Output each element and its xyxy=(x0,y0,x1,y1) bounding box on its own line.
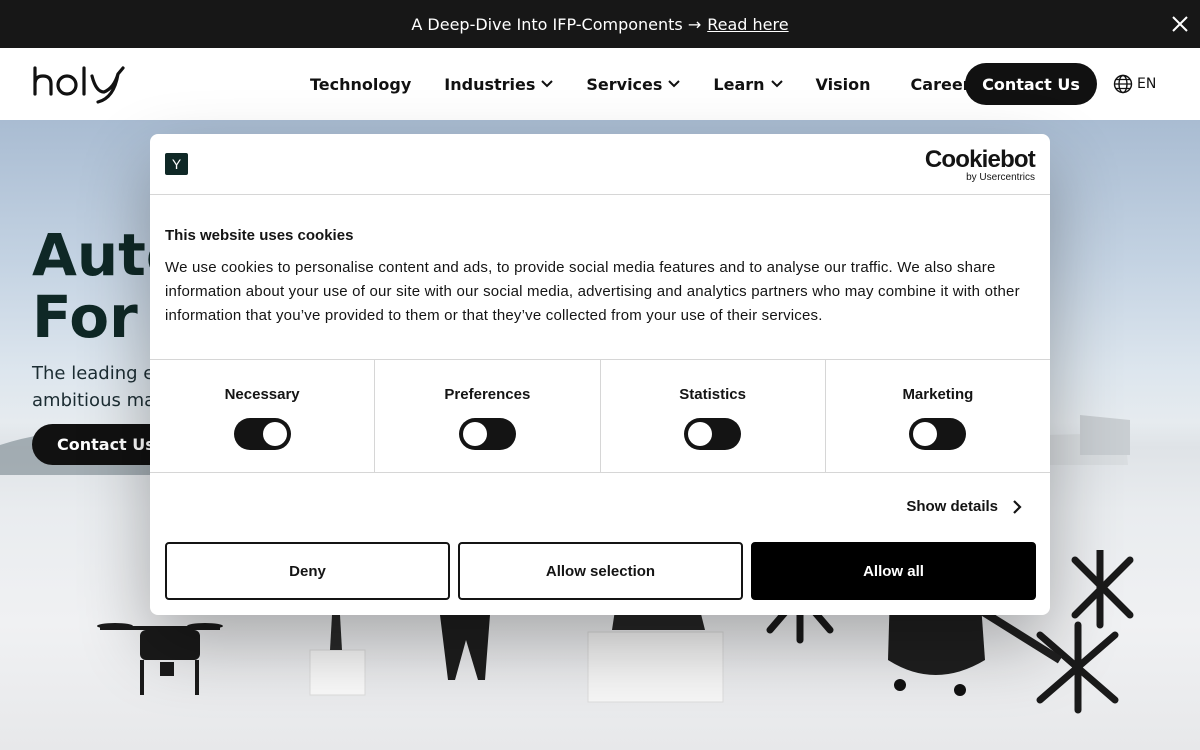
nav-menu: Technology Industries Services Learn Vis… xyxy=(310,48,1013,120)
globe-icon xyxy=(1113,74,1133,94)
usercentrics-logo-icon: Y xyxy=(165,153,188,175)
details-row: Show details xyxy=(150,473,1050,542)
nav-item-vision[interactable]: Vision xyxy=(816,75,871,94)
nav-item-services[interactable]: Services xyxy=(586,74,681,94)
dialog-header: Y Cookiebot by Usercentrics xyxy=(150,134,1050,195)
statistics-toggle[interactable] xyxy=(684,418,742,450)
nav-item-label: Services xyxy=(586,74,663,94)
cookie-categories: Necessary Preferences Statistics Marketi… xyxy=(150,359,1050,473)
category-preferences: Preferences xyxy=(375,360,601,472)
deny-button[interactable]: Deny xyxy=(165,542,450,600)
dialog-buttons: Deny Allow selection Allow all xyxy=(165,542,1036,600)
show-details-link[interactable]: Show details xyxy=(906,498,1022,515)
necessary-toggle[interactable] xyxy=(233,418,291,450)
category-label: Preferences xyxy=(444,386,531,403)
chevron-down-icon xyxy=(541,80,554,88)
holy-logo[interactable] xyxy=(32,64,126,106)
language-label: EN xyxy=(1137,76,1157,92)
announcement-banner: A Deep-Dive Into IFP-Components → Read h… xyxy=(0,0,1200,48)
close-icon[interactable] xyxy=(1168,12,1192,36)
hero-subtitle: The leading e ambitious ma xyxy=(32,363,156,411)
category-label: Statistics xyxy=(679,386,746,403)
allow-selection-button[interactable]: Allow selection xyxy=(458,542,743,600)
cookiebot-brand: Cookiebot xyxy=(924,146,1036,173)
chevron-down-icon xyxy=(668,80,681,88)
cookiebot-brand-sub: by Usercentrics xyxy=(966,172,1035,183)
category-necessary: Necessary xyxy=(150,360,376,472)
nav-item-label: Technology xyxy=(310,74,412,94)
nav-item-technology[interactable]: Technology xyxy=(310,75,411,94)
category-label: Necessary xyxy=(224,386,300,403)
nav-item-industries[interactable]: Industries xyxy=(444,74,554,94)
category-marketing: Marketing xyxy=(826,360,1050,472)
nav-item-label: Vision xyxy=(815,74,871,94)
show-details-label: Show details xyxy=(906,498,998,515)
cookie-consent-dialog: Y Cookiebot by Usercentrics This website… xyxy=(150,134,1050,615)
allow-all-button[interactable]: Allow all xyxy=(751,542,1036,600)
chevron-right-icon xyxy=(1013,499,1022,514)
dialog-title: This website uses cookies xyxy=(165,227,354,244)
marketing-toggle[interactable] xyxy=(909,418,967,450)
dialog-body: This website uses cookies We use cookies… xyxy=(150,195,1050,359)
category-statistics: Statistics xyxy=(601,360,826,472)
preferences-toggle[interactable] xyxy=(458,418,516,450)
language-selector[interactable]: EN xyxy=(1113,74,1156,94)
cookiebot-logo: Cookiebot by Usercentrics xyxy=(924,146,1036,184)
chevron-down-icon xyxy=(770,80,783,88)
main-navigation: Technology Industries Services Learn Vis… xyxy=(0,48,1200,120)
banner-read-link[interactable]: Read here xyxy=(707,15,788,34)
nav-item-label: Industries xyxy=(444,74,536,94)
nav-item-learn[interactable]: Learn xyxy=(713,74,783,94)
contact-us-button[interactable]: Contact Us xyxy=(965,63,1097,105)
category-label: Marketing xyxy=(902,386,974,403)
dialog-text: We use cookies to personalise content an… xyxy=(165,259,1020,324)
banner-text: A Deep-Dive Into IFP-Components → xyxy=(411,14,702,34)
nav-item-label: Learn xyxy=(713,74,765,94)
